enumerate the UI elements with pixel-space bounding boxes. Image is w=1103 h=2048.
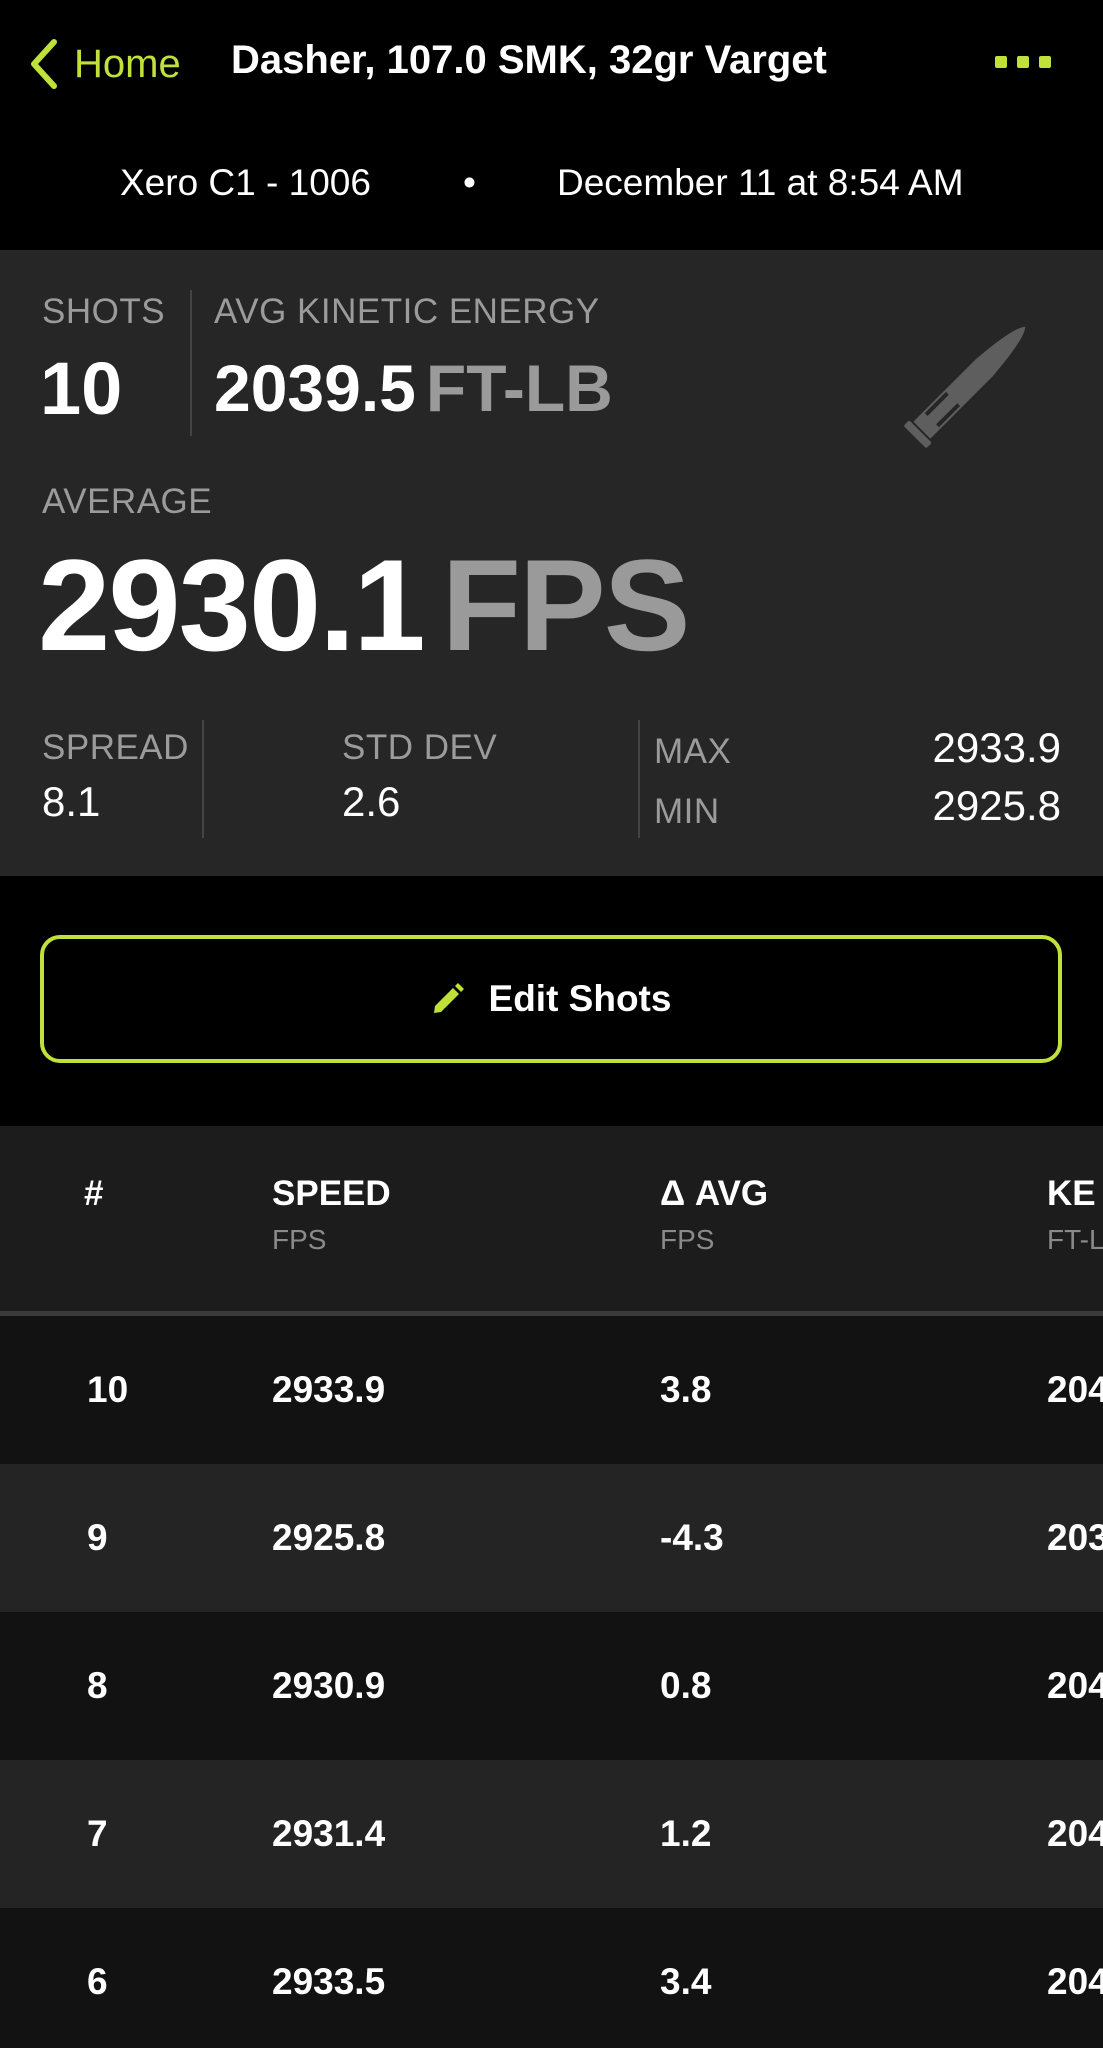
- column-header-speed[interactable]: SPEED: [272, 1174, 391, 1214]
- table-row[interactable]: 6 2933.5 3.4 204: [0, 1908, 1103, 2048]
- ke-value-container: 2039.5 FT-LB: [214, 350, 613, 426]
- shot-ke: 204: [1047, 1369, 1103, 1410]
- column-header-ke[interactable]: KE: [1047, 1174, 1096, 1214]
- shot-ke: 204: [1047, 1665, 1103, 1706]
- separator-dot: •: [463, 162, 476, 203]
- average-unit: FPS: [441, 532, 691, 678]
- shot-speed: 2925.8: [272, 1517, 386, 1558]
- shot-speed: 2933.9: [272, 1369, 386, 1410]
- shot-speed: 2930.9: [272, 1665, 386, 1706]
- std-dev-label: STD DEV: [342, 728, 498, 767]
- shot-ke: 204: [1047, 1813, 1103, 1854]
- shots-value: 10: [40, 347, 123, 430]
- shot-number: 8: [87, 1665, 108, 1706]
- min-label: MIN: [654, 792, 720, 831]
- more-dots-icon[interactable]: [995, 56, 1051, 68]
- chevron-left-icon: [31, 39, 57, 89]
- divider: [202, 720, 204, 838]
- back-button[interactable]: Home: [28, 34, 181, 94]
- summary-panel: SHOTS 10 AVG KINETIC ENERGY 2039.5 FT-LB …: [0, 250, 1103, 876]
- shot-speed: 2933.5: [272, 1961, 386, 2002]
- table-row[interactable]: 9 2925.8 -4.3 203: [0, 1464, 1103, 1612]
- shot-number: 9: [87, 1517, 108, 1558]
- shot-delta-avg: 3.4: [660, 1961, 712, 2002]
- spread-label: SPREAD: [42, 728, 189, 767]
- table-row[interactable]: 10 2933.9 3.8 204: [0, 1316, 1103, 1464]
- shot-delta-avg: 0.8: [660, 1665, 712, 1706]
- shot-ke: 204: [1047, 1961, 1103, 2002]
- page-title: Dasher, 107.0 SMK, 32gr Varget: [231, 38, 827, 82]
- shot-number: 6: [87, 1961, 108, 2002]
- shots-label: SHOTS: [42, 292, 166, 331]
- shot-delta-avg: -4.3: [660, 1517, 724, 1558]
- back-label: Home: [74, 41, 181, 86]
- divider: [190, 290, 192, 436]
- shot-number: 7: [87, 1813, 108, 1854]
- pencil-icon: [433, 983, 464, 1013]
- column-unit-delta-avg: FPS: [660, 1224, 715, 1255]
- column-header-number[interactable]: #: [84, 1174, 103, 1214]
- column-unit-speed: FPS: [272, 1224, 327, 1255]
- average-value: 2930.1: [38, 532, 426, 678]
- divider: [638, 720, 640, 838]
- min-value: 2925.8: [932, 782, 1061, 829]
- column-unit-ke: FT-L: [1047, 1224, 1103, 1255]
- table-row[interactable]: 7 2931.4 1.2 204: [0, 1760, 1103, 1908]
- shot-number: 10: [87, 1369, 129, 1410]
- bullet-icon: [904, 326, 1026, 448]
- shot-ke: 203: [1047, 1517, 1103, 1558]
- column-header-delta-avg[interactable]: Δ AVG: [660, 1174, 768, 1214]
- average-value-container: 2930.1 FPS: [38, 530, 691, 680]
- edit-shots-button[interactable]: Edit Shots: [40, 935, 1062, 1063]
- spread-value: 8.1: [42, 778, 101, 825]
- ke-label: AVG KINETIC ENERGY: [214, 292, 600, 331]
- header: Home Dasher, 107.0 SMK, 32gr Varget Xero…: [0, 0, 1103, 250]
- max-label: MAX: [654, 732, 732, 771]
- shot-delta-avg: 3.8: [660, 1369, 712, 1410]
- ke-unit: FT-LB: [425, 351, 613, 425]
- device-name: Xero C1 - 1006: [120, 162, 371, 203]
- ke-value: 2039.5: [214, 351, 416, 425]
- shots-table: # SPEED FPS Δ AVG FPS KE FT-L 10 2933.9 …: [0, 1126, 1103, 2048]
- shot-delta-avg: 1.2: [660, 1813, 712, 1854]
- session-date: December 11 at 8:54 AM: [557, 162, 964, 203]
- shot-speed: 2931.4: [272, 1813, 386, 1854]
- table-header: # SPEED FPS Δ AVG FPS KE FT-L: [0, 1126, 1103, 1316]
- std-dev-value: 2.6: [342, 778, 401, 825]
- table-row[interactable]: 8 2930.9 0.8 204: [0, 1612, 1103, 1760]
- edit-shots-label: Edit Shots: [488, 978, 672, 1019]
- average-label: AVERAGE: [42, 482, 213, 521]
- max-value: 2933.9: [932, 724, 1061, 771]
